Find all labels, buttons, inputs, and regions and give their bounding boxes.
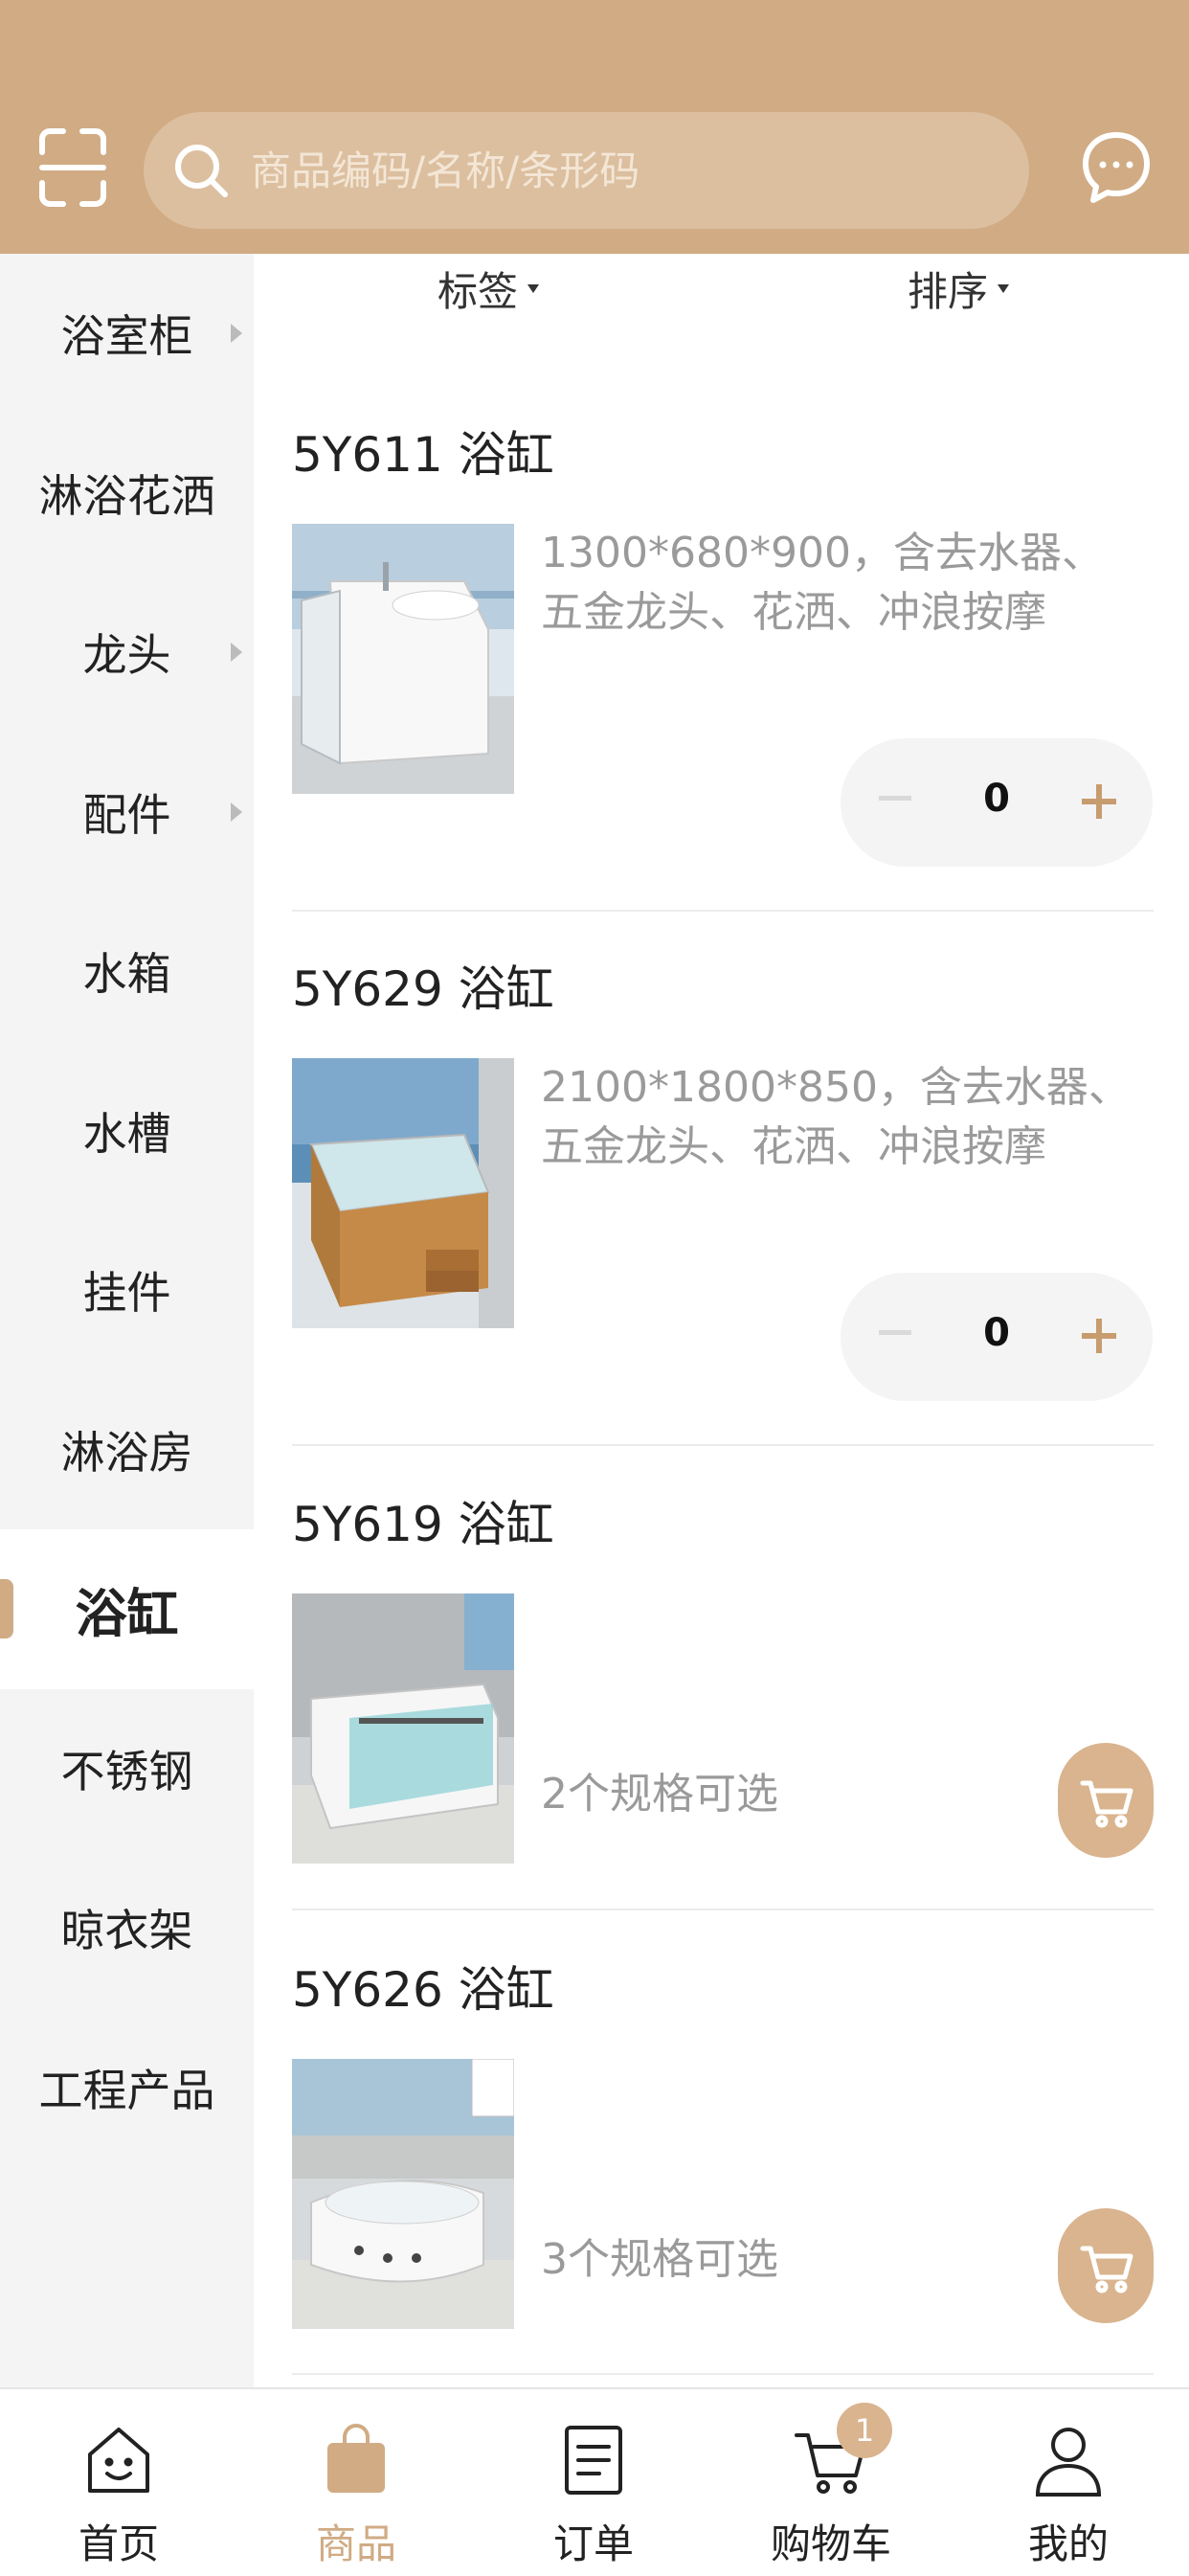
- divider: [292, 2373, 1154, 2375]
- cart-icon: [1080, 2246, 1133, 2294]
- product-title: 5Y611 浴缸: [292, 427, 554, 483]
- order-document-icon: [565, 2426, 622, 2495]
- product-card[interactable]: 5Y626 浴缸 3个规格可选: [292, 1952, 1154, 2368]
- cart-icon: [1080, 1780, 1133, 1828]
- sort-label: 排序: [908, 268, 989, 315]
- category-label: 淋浴房: [60, 1426, 193, 1479]
- category-label: 水槽: [82, 1107, 171, 1160]
- nav-label: 我的: [1027, 2520, 1109, 2567]
- product-image[interactable]: [292, 2059, 514, 2329]
- shopping-bag-icon: [327, 2424, 385, 2493]
- expand-arrow-icon: [231, 643, 242, 663]
- home-face-icon: [88, 2428, 149, 2493]
- increment-button-vertical[interactable]: [1096, 1319, 1102, 1353]
- divider: [292, 910, 1154, 912]
- quantity-stepper[interactable]: 0: [841, 738, 1153, 867]
- category-item-shower-room[interactable]: 淋浴房: [0, 1370, 254, 1530]
- increment-button-vertical[interactable]: [1096, 784, 1102, 819]
- top-header: [0, 0, 1189, 254]
- category-item-stainless-steel[interactable]: 不锈钢: [0, 1689, 254, 1849]
- category-item-water-tank[interactable]: 水箱: [0, 892, 254, 1051]
- product-card[interactable]: 5Y619 浴缸 2个规格可选: [292, 1486, 1154, 1903]
- nav-home[interactable]: 首页: [0, 2389, 237, 2576]
- category-label: 淋浴花洒: [38, 469, 215, 522]
- category-item-engineering[interactable]: 工程产品: [0, 2008, 254, 2168]
- category-item-bathtub[interactable]: 浴缸: [0, 1529, 254, 1689]
- message-icon[interactable]: [1082, 127, 1151, 208]
- category-item-sink[interactable]: 水槽: [0, 1051, 254, 1211]
- add-to-cart-button[interactable]: [1058, 2208, 1154, 2323]
- category-label: 浴室柜: [60, 310, 193, 363]
- product-description: 1300*680*900，含去水器、五金龙头、花洒、冲浪按摩: [541, 529, 1104, 637]
- tag-filter-dropdown[interactable]: 标签: [437, 260, 540, 318]
- divider: [292, 1444, 1154, 1446]
- category-item-accessories[interactable]: 配件: [0, 733, 254, 893]
- category-label: 工程产品: [38, 2064, 215, 2116]
- user-icon: [1035, 2428, 1102, 2497]
- nav-orders[interactable]: 订单: [475, 2389, 712, 2576]
- product-card[interactable]: 5Y629 浴缸 2100*1800*850，含去水器、五金龙头、花洒、冲浪按摩…: [292, 951, 1154, 1439]
- category-label: 不锈钢: [60, 1745, 193, 1797]
- spec-count: 3个规格可选: [541, 2235, 778, 2284]
- tag-filter-label: 标签: [437, 268, 519, 315]
- active-indicator: [0, 1579, 13, 1638]
- product-image[interactable]: [292, 524, 514, 794]
- product-card[interactable]: 5Y611 浴缸 1300*680*900，含去水器、五金龙头、花洒、冲浪按摩 …: [292, 417, 1154, 905]
- category-item-bathroom-cabinet[interactable]: 浴室柜: [0, 254, 254, 414]
- category-label: 晾衣架: [60, 1905, 193, 1957]
- nav-label: 商品: [315, 2520, 396, 2567]
- category-item-shower[interactable]: 淋浴花洒: [0, 414, 254, 574]
- nav-label: 订单: [552, 2520, 634, 2567]
- category-label: 配件: [82, 788, 171, 841]
- category-label: 龙头: [82, 629, 171, 682]
- category-sidebar: 浴室柜 淋浴花洒 龙头 配件 水箱 水槽 挂件 淋浴房 浴缸 不锈钢 晾衣架 工…: [0, 254, 254, 2387]
- search-icon: [175, 145, 228, 197]
- spec-count: 2个规格可选: [541, 1770, 778, 1819]
- add-to-cart-button[interactable]: [1058, 1743, 1154, 1858]
- sort-dropdown[interactable]: 排序: [908, 260, 1010, 318]
- quantity-stepper[interactable]: 0: [841, 1273, 1153, 1401]
- cart-count-badge: 1: [837, 2403, 892, 2458]
- nav-label: 首页: [78, 2520, 159, 2567]
- category-label: 水箱: [82, 948, 171, 1001]
- divider: [292, 1909, 1154, 1910]
- bottom-navigation: 首页 商品 订单 1 购物车 我的: [0, 2387, 1189, 2576]
- expand-arrow-icon: [231, 324, 242, 344]
- nav-label: 购物车: [770, 2520, 891, 2567]
- dropdown-caret-icon: [998, 284, 1010, 293]
- product-image[interactable]: [292, 1058, 514, 1328]
- product-title: 5Y626 浴缸: [292, 1962, 554, 2018]
- category-item-hangers[interactable]: 挂件: [0, 1210, 254, 1370]
- product-title: 5Y629 浴缸: [292, 961, 554, 1017]
- category-label: 挂件: [82, 1267, 171, 1320]
- search-input[interactable]: [249, 146, 980, 195]
- search-bar[interactable]: [144, 112, 1029, 229]
- category-item-clothes-rack[interactable]: 晾衣架: [0, 1848, 254, 2008]
- category-item-faucet[interactable]: 龙头: [0, 573, 254, 733]
- expand-arrow-icon: [231, 802, 242, 822]
- nav-profile[interactable]: 我的: [950, 2389, 1187, 2576]
- product-description: 2100*1800*850，含去水器、五金龙头、花洒、冲浪按摩: [541, 1063, 1131, 1171]
- product-image[interactable]: [292, 1593, 514, 1864]
- category-label: 浴缸: [75, 1583, 179, 1644]
- scan-icon[interactable]: [38, 127, 107, 208]
- nav-products[interactable]: 商品: [237, 2389, 475, 2576]
- nav-cart[interactable]: 1 购物车: [712, 2389, 950, 2576]
- dropdown-caret-icon: [527, 284, 540, 293]
- filter-bar: 标签 排序: [254, 254, 1189, 321]
- product-title: 5Y619 浴缸: [292, 1497, 554, 1552]
